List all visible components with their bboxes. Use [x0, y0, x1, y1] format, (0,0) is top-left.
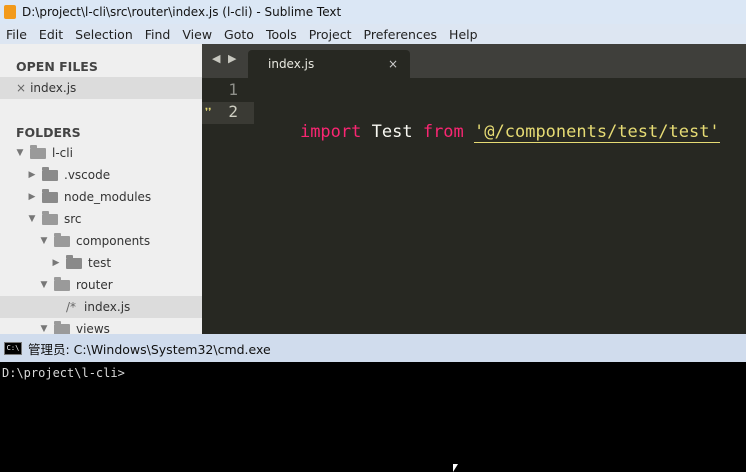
- tree-item-node-modules[interactable]: ▶ node_modules: [0, 186, 202, 208]
- menu-preferences[interactable]: Preferences: [358, 27, 444, 42]
- tree-item-index-js[interactable]: /* index.js: [0, 296, 202, 318]
- keyword-from: from: [422, 122, 464, 142]
- tree-item-router[interactable]: ▼ router: [0, 274, 202, 296]
- console-output[interactable]: D:\project\l-cli>: [0, 362, 746, 472]
- cmd-title-bar: C:\ 管理员: C:\Windows\System32\cmd.exe: [0, 334, 746, 362]
- menu-file[interactable]: File: [0, 27, 33, 42]
- chevron-right-icon: ▶: [28, 170, 36, 180]
- tree-item-components[interactable]: ▼ components: [0, 230, 202, 252]
- tree-item-label: views: [76, 322, 110, 334]
- tab-nav-arrows[interactable]: ◀ ▶: [212, 52, 238, 65]
- tree-item-label: node_modules: [64, 190, 152, 204]
- chevron-down-icon: ▼: [40, 280, 48, 290]
- folder-open-icon: [54, 320, 70, 334]
- folder-icon: [42, 188, 58, 203]
- cmd-icon: C:\: [4, 341, 22, 355]
- open-file-item[interactable]: × index.js: [0, 77, 202, 99]
- identifier: Test: [371, 122, 413, 142]
- menu-view[interactable]: View: [176, 27, 218, 42]
- folders-heading: FOLDERS: [16, 125, 81, 140]
- tree-item-label: .vscode: [64, 168, 111, 182]
- mouse-cursor-icon: [453, 464, 458, 472]
- keyword-import: import: [299, 122, 362, 142]
- tab-strip: ◀ ▶ index.js ×: [202, 44, 746, 78]
- chevron-down-icon: ▼: [40, 236, 48, 246]
- tree-item-label: src: [64, 212, 82, 226]
- line-number: 1: [228, 80, 238, 99]
- menu-edit[interactable]: Edit: [33, 27, 69, 42]
- tab-index-js[interactable]: index.js ×: [248, 50, 410, 78]
- tree-item-label: l-cli: [52, 146, 73, 160]
- menu-goto[interactable]: Goto: [218, 27, 260, 42]
- tree-item-src[interactable]: ▼ src: [0, 208, 202, 230]
- chevron-right-icon: ▶: [28, 192, 36, 202]
- chevron-down-icon: ▼: [40, 324, 48, 334]
- folder-open-icon: [30, 144, 46, 159]
- folder-icon: [66, 254, 82, 269]
- chevron-down-icon: ▼: [28, 214, 36, 224]
- bracket-marker-icon: ❜❜: [205, 107, 212, 118]
- open-file-label: index.js: [30, 81, 77, 95]
- string-literal: '@/components/test/test': [474, 122, 720, 143]
- cmd-title: 管理员: C:\Windows\System32\cmd.exe: [28, 341, 271, 357]
- console-prompt: D:\project\l-cli>: [2, 366, 125, 380]
- chevron-right-icon: ▶: [52, 258, 60, 268]
- gutter: 1 2 ❜❜: [202, 78, 254, 334]
- menu-bar: File Edit Selection Find View Goto Tools…: [0, 24, 746, 44]
- menu-selection[interactable]: Selection: [69, 27, 139, 42]
- folder-open-icon: [54, 232, 70, 247]
- folder-open-icon: [54, 276, 70, 291]
- tree-item-l-cli[interactable]: ▼ l-cli: [0, 142, 202, 164]
- folder-open-icon: [42, 210, 58, 225]
- tree-item-views[interactable]: ▼ views: [0, 318, 202, 334]
- folder-icon: [42, 166, 58, 181]
- tab-label: index.js: [268, 57, 315, 71]
- open-files-heading: OPEN FILES: [16, 59, 98, 74]
- chevron-down-icon: ▼: [16, 148, 24, 158]
- tree-item-label: components: [76, 234, 151, 248]
- file-comment-icon: /*: [66, 300, 77, 314]
- tree-item-label: test: [88, 256, 112, 270]
- menu-find[interactable]: Find: [139, 27, 177, 42]
- menu-project[interactable]: Project: [303, 27, 358, 42]
- menu-tools[interactable]: Tools: [260, 27, 303, 42]
- menu-help[interactable]: Help: [443, 27, 484, 42]
- title-bar: D:\project\l-cli\src\router\index.js (l-…: [0, 0, 746, 24]
- sublime-text-icon: [4, 5, 16, 19]
- tree-item-label: router: [76, 278, 113, 292]
- editor: ◀ ▶ index.js × 1 2 ❜❜ import Test from '…: [202, 44, 746, 334]
- window-title: D:\project\l-cli\src\router\index.js (l-…: [22, 5, 342, 19]
- tree-item-label: index.js: [84, 300, 131, 314]
- sidebar: OPEN FILES × index.js FOLDERS ▼ l-cli ▶ …: [0, 44, 202, 334]
- tree-item-test[interactable]: ▶ test: [0, 252, 202, 274]
- tab-close-icon[interactable]: ×: [388, 57, 398, 71]
- code-line-2[interactable]: import Test from '@/components/test/test…: [259, 102, 720, 162]
- tree-item-vscode[interactable]: ▶ .vscode: [0, 164, 202, 186]
- close-icon[interactable]: ×: [16, 81, 26, 95]
